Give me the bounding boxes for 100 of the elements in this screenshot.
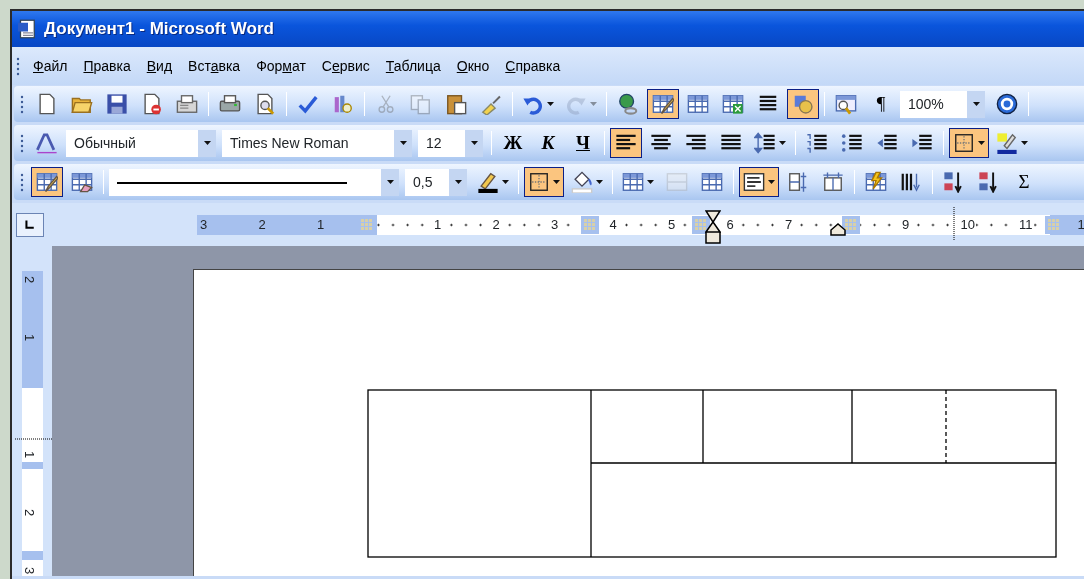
text-direction-icon xyxy=(900,171,922,193)
fax-icon xyxy=(176,93,198,115)
scissors-icon xyxy=(375,93,397,115)
toolbar-button[interactable] xyxy=(610,128,642,158)
menu-item[interactable]: Файл xyxy=(25,53,76,79)
line-spacing-icon xyxy=(754,132,776,154)
dropdown-field[interactable]: 100% xyxy=(900,90,985,118)
app-icon xyxy=(18,19,38,39)
brush-icon xyxy=(480,93,502,115)
dropdown-field[interactable]: 12 xyxy=(418,129,483,157)
right-indent-icon[interactable] xyxy=(830,222,846,236)
grip-icon[interactable] xyxy=(20,133,25,153)
caret-icon xyxy=(470,141,478,145)
styles-icon xyxy=(36,132,58,154)
toolbar-button[interactable]: Ж xyxy=(497,128,529,158)
caret-icon xyxy=(596,180,603,184)
table-eraser-icon xyxy=(71,171,93,193)
window-title: Документ1 - Microsoft Word xyxy=(44,18,274,41)
cell-alignment-icon xyxy=(743,171,765,193)
grip-icon[interactable] xyxy=(20,94,25,114)
menu-item[interactable]: Вставка xyxy=(180,53,249,79)
menu-item[interactable]: Окно xyxy=(448,53,498,79)
table-pencil-icon xyxy=(36,171,58,193)
shapes-icon xyxy=(792,93,814,115)
page-icon xyxy=(141,93,163,115)
tab-stop-button[interactable] xyxy=(16,212,44,237)
toolbar-button[interactable]: Ч xyxy=(567,128,599,158)
highlighter-icon xyxy=(996,132,1018,154)
page-icon xyxy=(36,93,58,115)
borders-icon xyxy=(528,171,550,193)
sort-descending-icon xyxy=(978,171,1000,193)
document-map-icon xyxy=(835,93,857,115)
table-icon xyxy=(687,93,709,115)
table-autoformat-icon xyxy=(865,171,887,193)
caret-icon xyxy=(203,141,211,145)
toolbar-button[interactable]: Σ xyxy=(1008,167,1040,197)
toolbar-button[interactable]: ¶ xyxy=(865,89,897,119)
menu-item[interactable]: Правка xyxy=(75,53,139,79)
clipboard-icon xyxy=(445,93,467,115)
toolbar-button[interactable] xyxy=(787,89,819,119)
menu-item[interactable]: Вид xyxy=(138,53,181,79)
toolbar-button[interactable] xyxy=(647,89,679,119)
row-marker[interactable] xyxy=(22,551,43,560)
caret-icon xyxy=(978,141,985,145)
indent-marker-icon[interactable] xyxy=(705,209,721,244)
column-marker-icon[interactable] xyxy=(581,215,599,234)
row-marker[interactable] xyxy=(22,462,43,469)
caret-icon xyxy=(502,180,509,184)
preview-icon xyxy=(254,93,276,115)
menu-item[interactable]: Таблица xyxy=(377,53,449,79)
caret-icon xyxy=(1021,141,1028,145)
dropdown-field[interactable]: Times New Roman xyxy=(222,129,412,157)
toolbar-button[interactable] xyxy=(31,167,63,197)
dropdown-field[interactable]: Обычный xyxy=(66,129,216,157)
toolbar-button[interactable] xyxy=(524,167,564,197)
merge-cells-icon xyxy=(666,171,688,193)
caret-icon xyxy=(399,141,407,145)
ruler-number: 2 xyxy=(23,508,37,517)
tab-line xyxy=(953,206,955,241)
ruler-number: 2 xyxy=(23,275,37,284)
toolbar-button[interactable] xyxy=(739,167,779,197)
column-marker-icon[interactable] xyxy=(842,215,860,234)
caret-icon xyxy=(553,180,560,184)
caret-icon xyxy=(779,141,786,145)
books-icon xyxy=(332,93,354,115)
caret-icon xyxy=(386,180,394,184)
ruler-number: 1 xyxy=(23,450,37,459)
caret-icon xyxy=(972,102,980,106)
bullet-list-icon xyxy=(841,132,863,154)
dropdown-field[interactable]: 0,5 xyxy=(405,168,467,196)
caret-icon xyxy=(647,180,654,184)
menu-item[interactable]: Справка xyxy=(497,53,569,79)
menu-item[interactable]: Сервис xyxy=(313,53,378,79)
tab-stop-icon xyxy=(23,218,37,231)
caret-icon xyxy=(768,180,775,184)
ruler-number: 1 xyxy=(23,333,37,342)
caret-icon xyxy=(590,102,597,106)
borders-icon xyxy=(953,132,975,154)
printer-icon xyxy=(219,93,241,115)
distribute-rows-icon xyxy=(787,171,809,193)
line-style-dropdown[interactable] xyxy=(109,168,399,196)
numbered-list-icon xyxy=(806,132,828,154)
globe-icon xyxy=(617,93,639,115)
toolbar-button[interactable] xyxy=(949,128,989,158)
table-icon xyxy=(622,171,644,193)
caret-icon xyxy=(454,180,462,184)
caret-icon xyxy=(547,102,554,106)
split-cells-icon xyxy=(701,171,723,193)
help-icon xyxy=(996,93,1018,115)
grip-icon[interactable] xyxy=(16,56,21,76)
paint-bucket-icon xyxy=(571,171,593,193)
margin-line xyxy=(15,438,52,440)
ruler-number: 3 xyxy=(23,566,37,575)
column-marker-icon[interactable] xyxy=(692,215,710,234)
grip-icon[interactable] xyxy=(20,172,25,192)
copy-icon xyxy=(410,93,432,115)
sort-ascending-icon xyxy=(943,171,965,193)
table-pencil-icon xyxy=(652,93,674,115)
toolbar-button[interactable]: К xyxy=(532,128,564,158)
menu-item[interactable]: Формат xyxy=(248,53,314,79)
